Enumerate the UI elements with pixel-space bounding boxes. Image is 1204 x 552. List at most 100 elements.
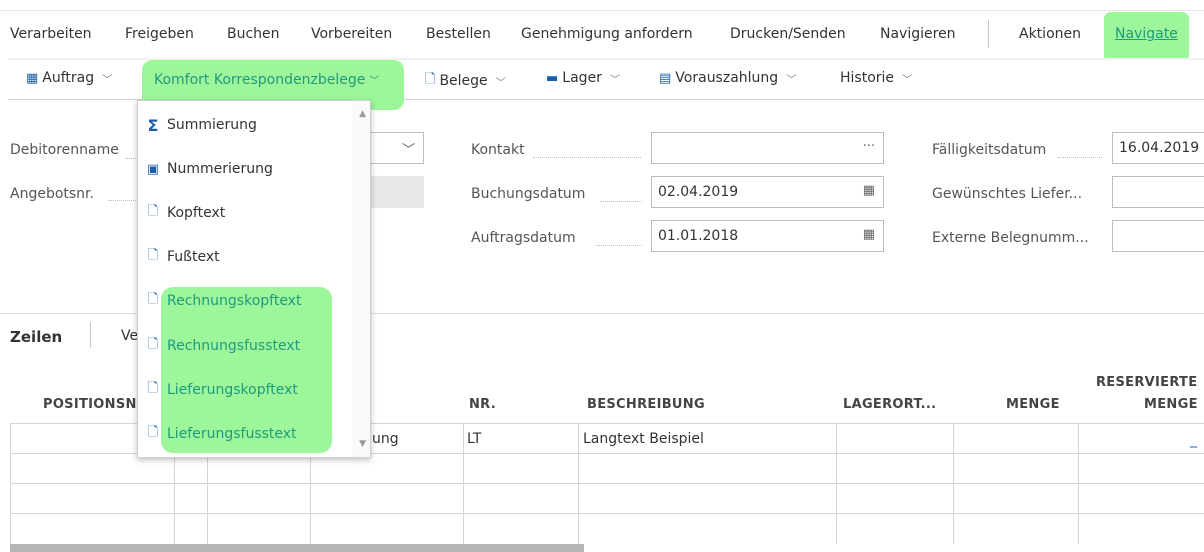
col-beschreibung[interactable]: BESCHREIBUNG bbox=[587, 397, 705, 412]
numbering-icon: ▣ bbox=[146, 161, 160, 177]
document-icon: 🗋 bbox=[425, 72, 436, 87]
dropdown-item-lieferungsfusstext[interactable]: 🗋 Lieferungsfusstext bbox=[137, 412, 353, 456]
leader-dots bbox=[533, 157, 641, 158]
dropdown-item-rechnungskopftext[interactable]: 🗋 Rechnungskopftext bbox=[137, 279, 353, 323]
chevron-down-icon: ﹀ bbox=[495, 77, 506, 89]
gewuenschtes-lieferdatum-field[interactable] bbox=[1112, 176, 1204, 208]
auftragsdatum-label: Auftragsdatum bbox=[471, 230, 576, 246]
gewuenschtes-lieferdatum-label: Gewünschtes Liefer... bbox=[932, 186, 1083, 202]
chevron-down-icon: ﹀ bbox=[102, 74, 113, 86]
leader-dots bbox=[126, 158, 136, 159]
submenu-vorauszahlung-label: Vorauszahlung bbox=[675, 70, 779, 86]
tab-separator bbox=[90, 322, 91, 348]
grid-line bbox=[836, 423, 837, 544]
dropdown-item-nummerierung[interactable]: ▣ Nummerierung bbox=[137, 147, 353, 191]
invoice-icon: ▤ bbox=[659, 70, 672, 86]
leader-dots bbox=[600, 201, 642, 202]
submenu-komfort-korrespondenzbelege[interactable]: Komfort Korrespondenzbelege ﹀ bbox=[154, 72, 379, 88]
buchungsdatum-field[interactable]: 02.04.2019 ▦ bbox=[651, 176, 884, 208]
submenu-belege[interactable]: 🗋 Belege ﹀ bbox=[425, 70, 506, 92]
menu-vorbereiten[interactable]: Vorbereiten bbox=[311, 26, 392, 42]
calendar-icon[interactable]: ▦ bbox=[863, 227, 875, 242]
row1-typ[interactable]: ung bbox=[372, 431, 399, 447]
dropdown-item-label: Rechnungskopftext bbox=[167, 293, 302, 309]
document-footer-icon: 🗋 bbox=[147, 425, 159, 440]
submenu-auftrag[interactable]: ▦ Auftrag ﹀ bbox=[26, 70, 112, 86]
dropdown-item-kopftext[interactable]: 🗋 Kopftext bbox=[137, 191, 353, 235]
grid-line bbox=[953, 423, 954, 544]
ellipsis-icon[interactable]: ··· bbox=[863, 139, 875, 154]
col-menge[interactable]: MENGE bbox=[1006, 397, 1060, 412]
menu-navigate[interactable]: Navigate bbox=[1115, 26, 1178, 42]
grid-line bbox=[1078, 423, 1079, 544]
tab-ve[interactable]: Ve bbox=[121, 328, 138, 344]
document-header-icon: 🗋 bbox=[147, 292, 159, 307]
auftragsdatum-value: 01.01.2018 bbox=[658, 228, 739, 244]
menu-buchen[interactable]: Buchen bbox=[227, 26, 280, 42]
menu-drucken-senden[interactable]: Drucken/Senden bbox=[730, 26, 846, 42]
dropdown-scrollbar[interactable]: ▲ ▼ bbox=[352, 101, 370, 457]
document-footer-icon: 🗋 bbox=[147, 337, 159, 352]
action-menu-bar: Verarbeiten Freigeben Buchen Vorbereiten… bbox=[0, 0, 1204, 62]
externe-belegnummer-field[interactable] bbox=[1112, 220, 1204, 252]
submenu-vorauszahlung[interactable]: ▤ Vorauszahlung ﹀ bbox=[659, 70, 796, 86]
building-icon: ▦ bbox=[26, 70, 39, 86]
externe-belegnummer-label: Externe Belegnumm... bbox=[932, 230, 1089, 246]
dropdown-item-summierung[interactable]: Σ Summierung bbox=[137, 103, 353, 147]
menu-navigieren[interactable]: Navigieren bbox=[880, 26, 956, 42]
row1-beschreibung[interactable]: Langtext Beispiel bbox=[583, 431, 704, 447]
sigma-icon: Σ bbox=[147, 115, 159, 135]
buchungsdatum-label: Buchungsdatum bbox=[471, 186, 586, 202]
chevron-down-icon: ﹀ bbox=[401, 143, 415, 158]
submenu-komfort-label: Komfort Korrespondenzbelege bbox=[154, 72, 366, 88]
document-header-icon: 🗋 bbox=[147, 381, 159, 396]
menu-aktionen[interactable]: Aktionen bbox=[1019, 26, 1081, 42]
document-header-icon: 🗋 bbox=[147, 204, 159, 219]
menu-genehmigung-anfordern[interactable]: Genehmigung anfordern bbox=[521, 26, 693, 42]
col-reservierte-menge[interactable]: RESERVIERTE bbox=[1096, 375, 1197, 390]
dropdown-item-label: Summierung bbox=[167, 117, 257, 133]
chevron-down-icon: ﹀ bbox=[902, 74, 913, 86]
menu-bestellen[interactable]: Bestellen bbox=[426, 26, 491, 42]
submenu-lager[interactable]: ▬ Lager ﹀ bbox=[546, 70, 620, 86]
dropdown-item-label: Rechnungsfusstext bbox=[167, 338, 301, 354]
row1-nr[interactable]: LT bbox=[467, 431, 481, 447]
submenu-auftrag-label: Auftrag bbox=[42, 70, 95, 86]
faelligkeitsdatum-field[interactable]: 16.04.2019 bbox=[1112, 132, 1204, 164]
dropdown-item-label: Fußtext bbox=[167, 249, 220, 265]
menu-verarbeiten[interactable]: Verarbeiten bbox=[10, 26, 92, 42]
faelligkeitsdatum-label: Fälligkeitsdatum bbox=[932, 142, 1047, 158]
debitorenname-label: Debitorenname bbox=[10, 142, 119, 158]
col-nr[interactable]: NR. bbox=[469, 397, 496, 412]
chevron-down-icon: ﹀ bbox=[786, 74, 797, 86]
leader-dots bbox=[596, 245, 642, 246]
kontakt-field[interactable]: ··· bbox=[651, 132, 884, 164]
kontakt-label: Kontakt bbox=[471, 142, 525, 158]
dropdown-item-lieferungskopftext[interactable]: 🗋 Lieferungskopftext bbox=[137, 368, 353, 412]
top-divider bbox=[0, 10, 1204, 11]
horizontal-scrollbar[interactable] bbox=[10, 544, 584, 552]
tab-zeilen[interactable]: Zeilen bbox=[10, 328, 62, 346]
col-lagerort[interactable]: LAGERORT... bbox=[843, 397, 936, 412]
submenu-historie[interactable]: Historie ﹀ bbox=[840, 70, 912, 86]
calendar-icon[interactable]: ▦ bbox=[863, 183, 875, 198]
grid-line bbox=[10, 483, 1204, 484]
menu-freigeben[interactable]: Freigeben bbox=[125, 26, 194, 42]
scroll-up-icon[interactable]: ▲ bbox=[359, 109, 366, 119]
menu-separator bbox=[988, 20, 989, 48]
leader-dots bbox=[108, 200, 136, 201]
col-reservierte-menge-line2: MENGE bbox=[1144, 397, 1198, 412]
grid-line bbox=[463, 423, 464, 544]
dropdown-item-label: Lieferungskopftext bbox=[167, 382, 298, 398]
dropdown-item-fusstext[interactable]: 🗋 Fußtext bbox=[137, 235, 353, 279]
buchungsdatum-value: 02.04.2019 bbox=[658, 184, 739, 200]
faelligkeitsdatum-value: 16.04.2019 bbox=[1119, 140, 1200, 156]
col-positionsnummer[interactable]: POSITIONSNU bbox=[43, 397, 148, 412]
warehouse-icon: ▬ bbox=[546, 70, 559, 86]
angebotsnr-field[interactable] bbox=[370, 176, 424, 208]
dropdown-item-rechnungsfusstext[interactable]: 🗋 Rechnungsfusstext bbox=[137, 324, 353, 368]
auftragsdatum-field[interactable]: 01.01.2018 ▦ bbox=[651, 220, 884, 252]
scroll-down-icon[interactable]: ▼ bbox=[359, 439, 366, 449]
grid-line bbox=[578, 423, 579, 544]
row1-reservierte-menge[interactable]: _ bbox=[1190, 432, 1197, 448]
